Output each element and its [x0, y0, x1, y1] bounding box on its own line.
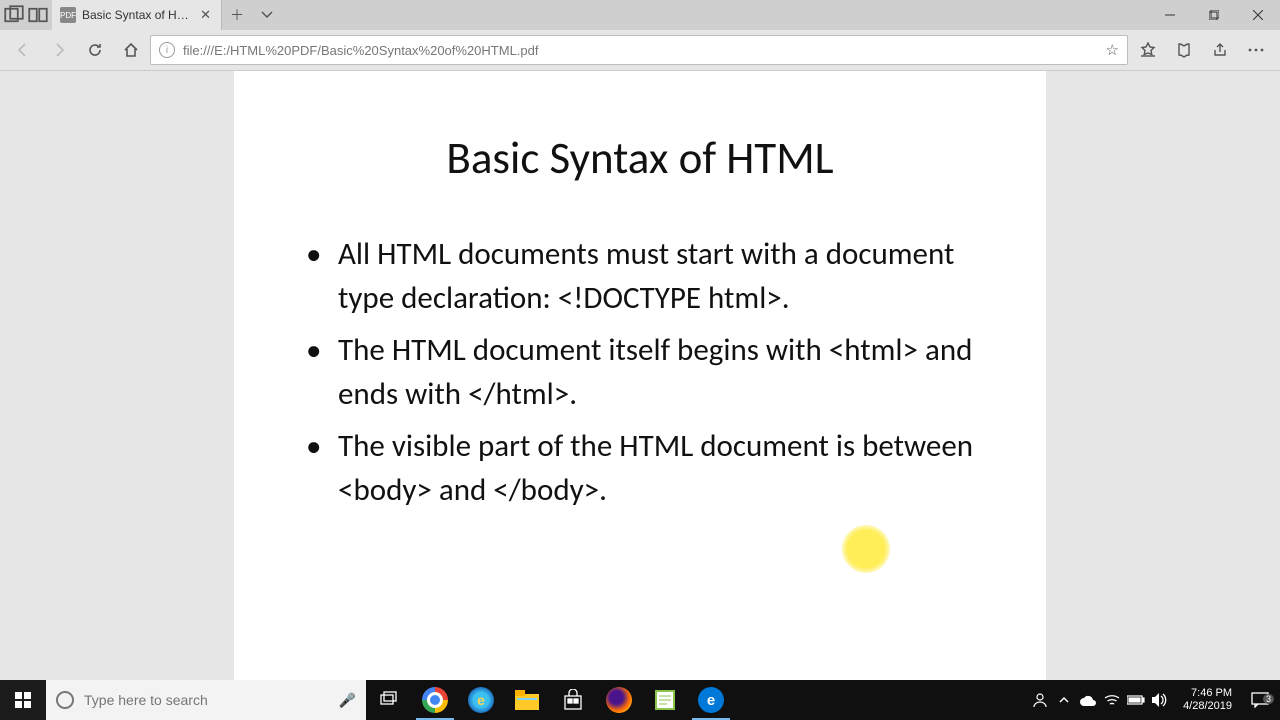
tray-chevron-icon[interactable]: [1053, 695, 1075, 705]
cursor-highlight-icon: [842, 525, 890, 573]
clock-time: 7:46 PM: [1183, 687, 1232, 700]
taskbar-clock[interactable]: 7:46 PM 4/28/2019: [1175, 687, 1240, 712]
pdf-page: Basic Syntax of HTML All HTML documents …: [234, 71, 1046, 680]
forward-button[interactable]: [42, 34, 76, 66]
site-info-icon[interactable]: i: [159, 42, 175, 58]
cortana-icon: [56, 691, 74, 709]
task-view-button[interactable]: [366, 680, 412, 720]
back-button[interactable]: [6, 34, 40, 66]
home-button[interactable]: [114, 34, 148, 66]
notification-badge: 3: [1263, 694, 1274, 704]
reading-mode-icon[interactable]: [1166, 34, 1202, 66]
titlebar: PDF Basic Syntax of HTML.pd ✕ ＋: [0, 0, 1280, 30]
start-button[interactable]: [0, 680, 46, 720]
taskbar-app-store[interactable]: [550, 680, 596, 720]
refresh-button[interactable]: [78, 34, 112, 66]
favorites-hub-icon[interactable]: [1130, 34, 1166, 66]
set-aside-tabs-icon[interactable]: [4, 5, 24, 25]
taskbar-app-explorer[interactable]: [504, 680, 550, 720]
system-tray: [1029, 680, 1175, 720]
clock-date: 4/28/2019: [1183, 700, 1232, 713]
taskbar-app-notepadpp[interactable]: [642, 680, 688, 720]
navbar: i file:///E:/HTML%20PDF/Basic%20Syntax%2…: [0, 30, 1280, 71]
share-icon[interactable]: [1202, 34, 1238, 66]
search-input[interactable]: [84, 692, 329, 708]
settings-menu-icon[interactable]: [1238, 34, 1274, 66]
address-bar[interactable]: i file:///E:/HTML%20PDF/Basic%20Syntax%2…: [150, 35, 1128, 65]
taskbar-app-edge[interactable]: e: [688, 680, 734, 720]
taskbar-search[interactable]: 🎤: [46, 680, 366, 720]
action-center-button[interactable]: 3: [1240, 692, 1280, 708]
pdf-favicon-icon: PDF: [60, 7, 76, 23]
minimize-button[interactable]: [1148, 0, 1192, 30]
list-item: All HTML documents must start with a doc…: [292, 232, 988, 320]
taskbar-app-ie[interactable]: e: [458, 680, 504, 720]
bullet-list: All HTML documents must start with a doc…: [292, 232, 988, 512]
onedrive-icon[interactable]: [1077, 694, 1099, 706]
close-window-button[interactable]: [1236, 0, 1280, 30]
taskbar-app-firefox[interactable]: [596, 680, 642, 720]
show-tabs-icon[interactable]: [28, 5, 48, 25]
list-item: The HTML document itself begins with <ht…: [292, 328, 988, 416]
taskbar: 🎤 e e 7:46 PM 4/28/2019 3: [0, 680, 1280, 720]
url-text: file:///E:/HTML%20PDF/Basic%20Syntax%20o…: [183, 43, 1098, 58]
new-tab-button[interactable]: ＋: [222, 5, 252, 25]
favorite-icon[interactable]: ☆: [1106, 41, 1119, 59]
pdf-viewport[interactable]: Basic Syntax of HTML All HTML documents …: [0, 71, 1280, 680]
tab-menu-button[interactable]: [252, 9, 282, 21]
list-item: The visible part of the HTML document is…: [292, 424, 988, 512]
tab-close-button[interactable]: ✕: [198, 7, 213, 23]
window-controls: [1148, 0, 1280, 30]
battery-icon[interactable]: [1125, 695, 1147, 705]
maximize-button[interactable]: [1192, 0, 1236, 30]
taskbar-app-chrome[interactable]: [412, 680, 458, 720]
people-icon[interactable]: [1029, 692, 1051, 708]
volume-icon[interactable]: [1149, 693, 1171, 707]
document-title: Basic Syntax of HTML: [292, 131, 988, 186]
wifi-icon[interactable]: [1101, 694, 1123, 706]
tab-title: Basic Syntax of HTML.pd: [82, 8, 192, 22]
mic-icon[interactable]: 🎤: [339, 692, 356, 709]
browser-tab[interactable]: PDF Basic Syntax of HTML.pd ✕: [52, 0, 222, 30]
